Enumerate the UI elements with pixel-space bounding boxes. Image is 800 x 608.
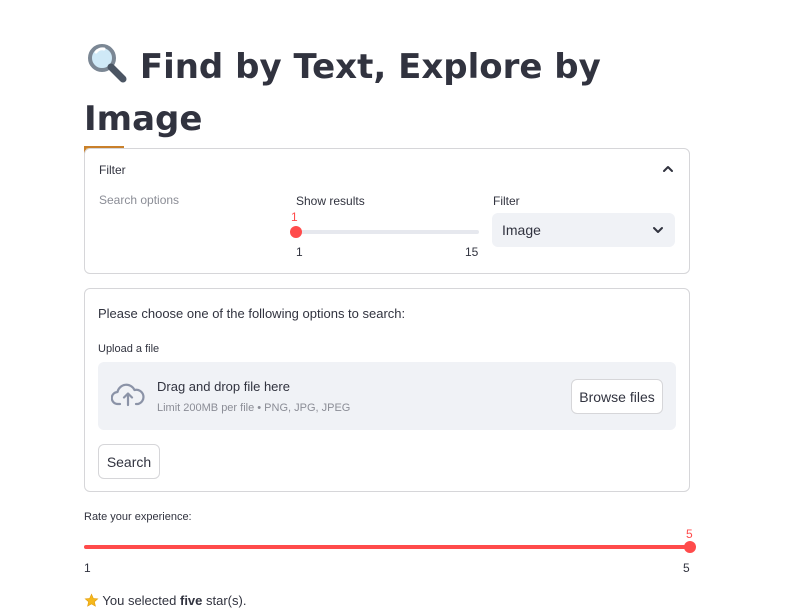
star-icon <box>84 593 99 607</box>
rating-value: 5 <box>686 527 693 541</box>
magnifier-icon <box>84 40 128 96</box>
search-options-label: Search options <box>99 193 180 207</box>
file-dropzone[interactable]: Drag and drop file here Limit 200MB per … <box>98 362 676 430</box>
rating-thumb[interactable] <box>684 541 696 553</box>
show-results-max: 15 <box>465 245 479 259</box>
show-results-thumb[interactable] <box>290 226 302 238</box>
filter-select-label: Filter <box>493 194 520 208</box>
search-form: Please choose one of the following optio… <box>84 288 690 492</box>
search-button[interactable]: Search <box>98 444 160 479</box>
chevron-up-icon[interactable] <box>661 163 675 175</box>
filter-expander-header[interactable]: Filter <box>99 163 126 177</box>
show-results-label: Show results <box>296 194 365 208</box>
rating-result-suffix: star(s). <box>202 593 247 608</box>
filter-expander: Filter Search options Show results 1 1 1… <box>84 148 690 274</box>
page-title-text: Find by Text, Explore by Image <box>84 47 601 139</box>
chevron-down-icon <box>653 227 663 233</box>
rating-result-bold: five <box>179 593 203 608</box>
show-results-min: 1 <box>296 245 303 259</box>
rating-min: 1 <box>84 561 91 575</box>
show-results-track[interactable] <box>296 230 479 234</box>
rating-result-prefix: You selected <box>102 593 180 608</box>
rating-result: You selected five star(s). <box>84 593 246 608</box>
filter-select[interactable]: Image <box>492 213 675 247</box>
rating-fill <box>84 545 690 549</box>
dropzone-title: Drag and drop file here <box>157 379 290 394</box>
search-instruction: Please choose one of the following optio… <box>98 306 406 321</box>
filter-select-value: Image <box>502 222 541 238</box>
rating-max: 5 <box>683 561 690 575</box>
upload-label: Upload a file <box>98 343 160 355</box>
browse-files-button[interactable]: Browse files <box>571 379 663 414</box>
dropzone-limit: Limit 200MB per file • PNG, JPG, JPEG <box>157 402 351 414</box>
rating-label: Rate your experience: <box>84 511 192 523</box>
cloud-upload-icon <box>111 383 145 407</box>
show-results-value: 1 <box>291 210 298 224</box>
